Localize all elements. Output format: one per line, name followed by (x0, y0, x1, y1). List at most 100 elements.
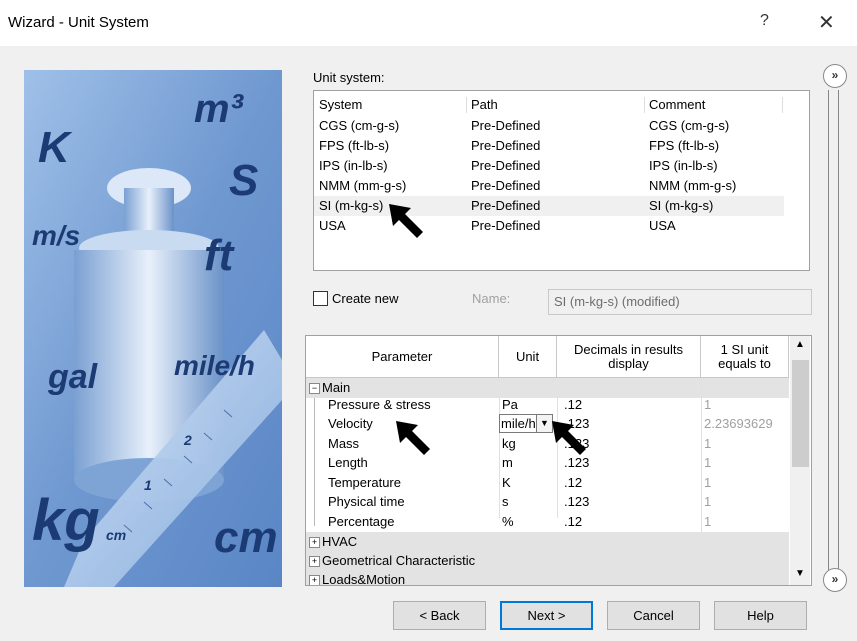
label-ft: ft (204, 231, 236, 280)
system-comment: USA (649, 218, 676, 233)
system-path: Pre-Defined (471, 198, 541, 213)
column-header-system[interactable]: System (319, 97, 362, 112)
param-decimals[interactable]: .123 (564, 455, 589, 470)
unit-dropdown[interactable]: mile/h ▼ (499, 414, 553, 433)
label-mileh: mile/h (174, 350, 255, 381)
parameter-grid[interactable]: Parameter Unit Decimals in results displ… (305, 335, 812, 586)
create-new-label: Create new (332, 291, 399, 306)
system-path: Pre-Defined (471, 158, 541, 173)
title-bar: Wizard - Unit System ? ✕ (0, 0, 857, 46)
expand-icon[interactable]: + (309, 556, 320, 567)
weight-ruler-illustration: K m³ S m/s ft gal mile/h kg cm 2 1 cm (24, 70, 282, 587)
scrollbar-thumb[interactable] (792, 360, 809, 467)
column-header-unit[interactable]: Unit (499, 336, 557, 378)
column-header-parameter[interactable]: Parameter (306, 336, 499, 378)
param-unit[interactable]: K (502, 475, 511, 490)
scroll-down-icon[interactable]: ▼ (795, 568, 805, 579)
param-equals: 1 (704, 514, 712, 529)
group-label: HVAC (322, 534, 358, 549)
window-title: Wizard - Unit System (8, 14, 149, 31)
system-comment: FPS (ft-lb-s) (649, 138, 720, 153)
param-name: Temperature (328, 475, 401, 490)
expand-icon[interactable]: + (309, 575, 320, 585)
list-item[interactable]: CGS (cm-g-s) Pre-Defined CGS (cm-g-s) (314, 116, 784, 136)
param-equals: 1 (704, 494, 712, 509)
pointer-arrow-icon (396, 421, 430, 455)
expand-panel-icon[interactable]: » (823, 64, 847, 88)
system-name: SI (m-kg-s) (319, 198, 384, 213)
label-cm: cm (214, 513, 278, 562)
param-decimals[interactable]: .12 (564, 475, 582, 490)
label-m3: m³ (194, 87, 245, 131)
column-header-comment[interactable]: Comment (649, 97, 705, 112)
vertical-scrollbar[interactable]: ▲ ▼ (790, 336, 810, 585)
group-row-main[interactable]: − Main (306, 378, 789, 398)
param-name: Length (328, 455, 368, 470)
group-label: Loads&Motion (322, 572, 406, 586)
param-unit[interactable]: Pa (502, 397, 518, 412)
label-s: S (229, 156, 258, 205)
system-path: Pre-Defined (471, 138, 541, 153)
column-header-decimals[interactable]: Decimals in results display (557, 336, 701, 378)
unit-dropdown-value: mile/h (501, 416, 535, 431)
label-ms: m/s (32, 220, 80, 251)
unit-system-label: Unit system: (313, 70, 385, 85)
label-k: K (38, 123, 73, 172)
list-item[interactable]: IPS (in-lb-s) Pre-Defined IPS (in-lb-s) (314, 156, 784, 176)
param-name: Mass (328, 436, 360, 451)
collapse-panel-icon[interactable]: » (823, 568, 847, 592)
param-name: Percentage (328, 514, 395, 529)
pointer-arrow-icon (552, 421, 586, 455)
list-item[interactable]: NMM (mm-g-s) Pre-Defined NMM (mm-g-s) (314, 176, 784, 196)
system-path: Pre-Defined (471, 218, 541, 233)
param-equals: 1 (704, 436, 712, 451)
next-button[interactable]: Next > (500, 601, 593, 630)
group-row-loads[interactable]: + Loads&Motion (306, 570, 789, 586)
back-button[interactable]: < Back (393, 601, 486, 630)
group-row-geometrical[interactable]: + Geometrical Characteristic (306, 551, 789, 571)
column-header-path[interactable]: Path (471, 97, 498, 112)
system-comment: IPS (in-lb-s) (649, 158, 718, 173)
label-kg: kg (32, 488, 100, 553)
system-path: Pre-Defined (471, 178, 541, 193)
param-equals: 1 (704, 397, 712, 412)
name-label: Name: (472, 291, 511, 306)
tick-1: 1 (144, 477, 152, 493)
param-decimals[interactable]: .12 (564, 514, 582, 529)
close-icon[interactable]: ✕ (818, 10, 835, 35)
system-name: NMM (mm-g-s) (319, 178, 407, 193)
system-comment: NMM (mm-g-s) (649, 178, 737, 193)
unit-system-list[interactable]: System Path Comment CGS (cm-g-s) Pre-Def… (313, 90, 810, 271)
collapse-icon[interactable]: − (309, 383, 320, 394)
column-header-equals[interactable]: 1 SI unit equals to (701, 336, 789, 378)
help-icon[interactable]: ? (760, 12, 769, 30)
tick-cm: cm (106, 527, 126, 543)
param-name: Velocity (328, 416, 373, 431)
create-new-checkbox[interactable] (313, 291, 328, 306)
expand-icon[interactable]: + (309, 537, 320, 548)
group-label: Main (322, 380, 351, 395)
cancel-button[interactable]: Cancel (607, 601, 700, 630)
system-name: IPS (in-lb-s) (319, 158, 388, 173)
list-item[interactable]: FPS (ft-lb-s) Pre-Defined FPS (ft-lb-s) (314, 136, 784, 156)
param-unit[interactable]: kg (502, 436, 516, 451)
list-header: System Path Comment (314, 95, 784, 115)
param-unit[interactable]: % (502, 514, 514, 529)
param-equals: 1 (704, 475, 712, 490)
system-comment: CGS (cm-g-s) (649, 118, 730, 133)
name-field-value: SI (m-kg-s) (modified) (554, 294, 680, 309)
group-row-hvac[interactable]: + HVAC (306, 532, 789, 552)
param-decimals[interactable]: .123 (564, 494, 589, 509)
tick-2: 2 (183, 432, 192, 448)
system-name: CGS (cm-g-s) (319, 118, 400, 133)
param-equals: 1 (704, 455, 712, 470)
param-decimals[interactable]: .12 (564, 397, 582, 412)
param-unit[interactable]: s (502, 494, 509, 509)
scroll-up-icon[interactable]: ▲ (795, 339, 805, 350)
unit-system-illustration: K m³ S m/s ft gal mile/h kg cm 2 1 cm (24, 70, 282, 587)
name-field[interactable]: SI (m-kg-s) (modified) (548, 289, 812, 315)
help-button[interactable]: Help (714, 601, 807, 630)
label-gal: gal (47, 358, 99, 396)
param-unit[interactable]: m (502, 455, 513, 470)
system-comment: SI (m-kg-s) (649, 198, 714, 213)
